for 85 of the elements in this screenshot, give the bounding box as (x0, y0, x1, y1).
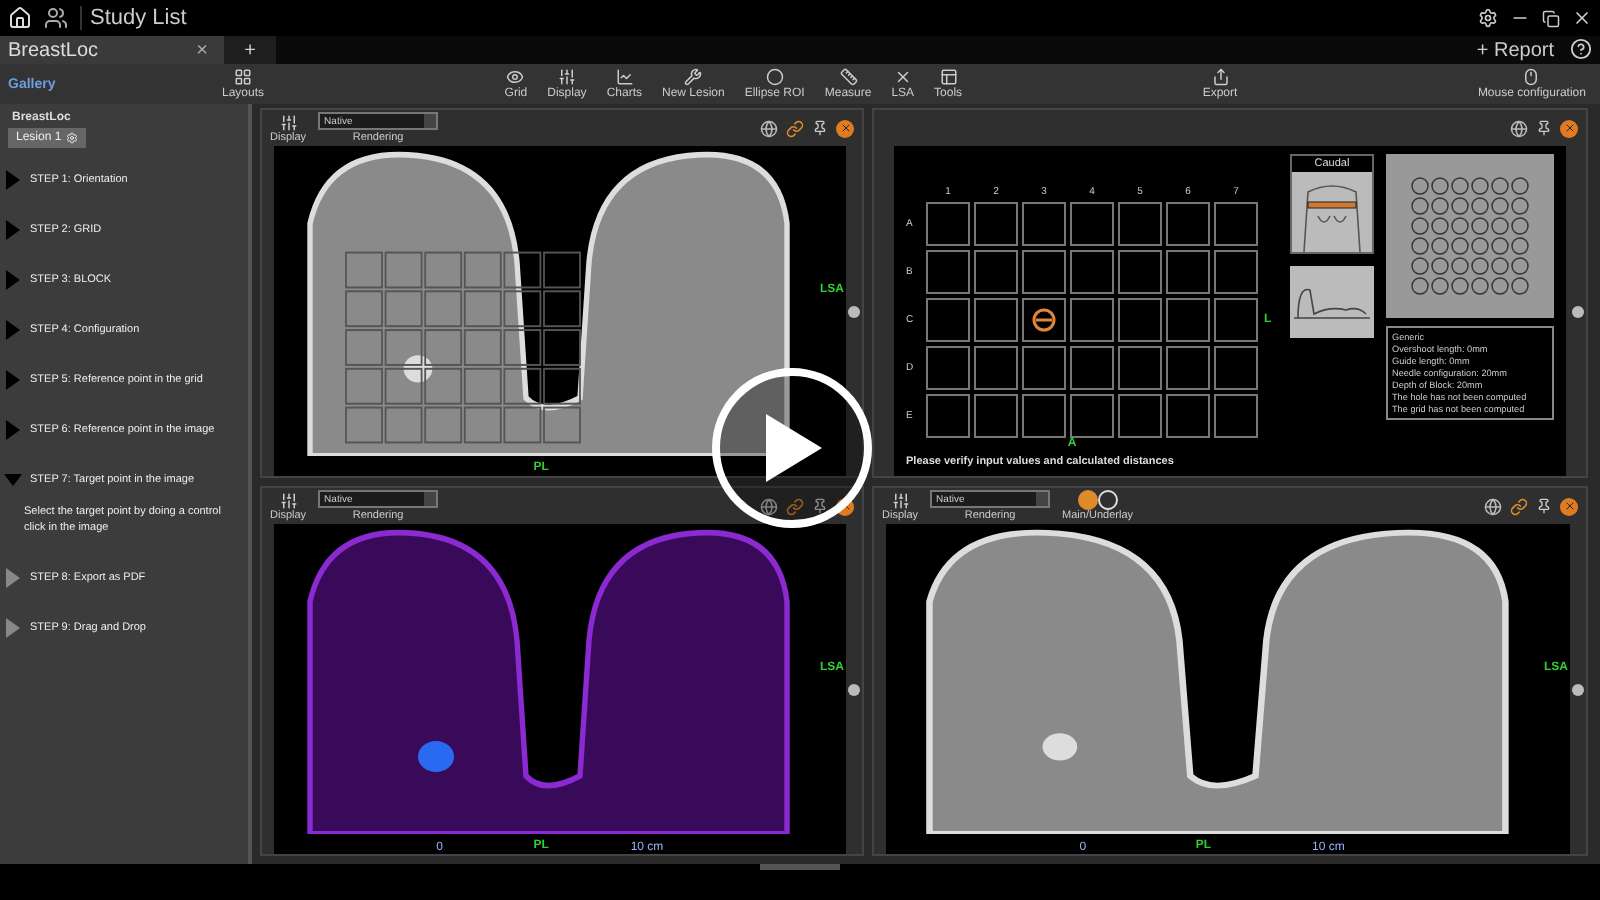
slider-handle[interactable] (848, 305, 860, 317)
grid-cell[interactable] (1166, 298, 1210, 342)
sliders-icon (279, 113, 298, 131)
grid-cell[interactable] (1022, 250, 1066, 294)
grid-cell[interactable] (926, 394, 970, 438)
slider-handle[interactable] (1572, 683, 1584, 695)
grid-cell[interactable] (1166, 250, 1210, 294)
grid-cell[interactable] (974, 346, 1018, 390)
grid-cell[interactable] (974, 298, 1018, 342)
pin-icon[interactable] (1536, 498, 1552, 514)
grid-cell[interactable] (974, 394, 1018, 438)
grid-cell[interactable] (1166, 202, 1210, 246)
grid-cell[interactable] (1118, 394, 1162, 438)
mouse-icon (1522, 68, 1541, 86)
study-list-tab[interactable]: Study List (80, 6, 187, 30)
line-chart-icon (615, 68, 634, 86)
panel-icon (939, 68, 958, 86)
grid-cell[interactable] (1166, 346, 1210, 390)
close-icon (1563, 122, 1575, 134)
close-icon[interactable] (1572, 8, 1592, 28)
report-button[interactable]: + Report (1468, 36, 1562, 64)
grid-cell[interactable] (926, 250, 970, 294)
hole-grid-drawing (1410, 176, 1530, 296)
grid-cell[interactable] (1070, 346, 1114, 390)
grid-cell[interactable] (1070, 394, 1114, 438)
grid-cell[interactable] (1214, 202, 1258, 246)
grid-cell[interactable] (1214, 250, 1258, 294)
link-icon[interactable] (786, 497, 804, 515)
grid-cell[interactable] (1214, 346, 1258, 390)
ruler-icon (839, 68, 858, 86)
eye-icon (506, 68, 525, 86)
export-icon (1211, 68, 1229, 86)
grid-cell[interactable] (1022, 202, 1066, 246)
restore-icon[interactable] (1542, 9, 1560, 27)
grid-cell[interactable] (1022, 394, 1066, 438)
close-button[interactable] (836, 497, 854, 515)
globe-icon[interactable] (1484, 497, 1502, 515)
wrench-icon (684, 68, 703, 86)
grid-cell[interactable] (926, 298, 970, 342)
tab-close-button[interactable]: × (188, 39, 216, 61)
sliders-icon (279, 491, 298, 509)
grid-cell[interactable] (1118, 346, 1162, 390)
people-icon[interactable] (44, 6, 68, 30)
pin-icon[interactable] (812, 120, 828, 136)
globe-icon[interactable] (760, 119, 778, 137)
add-tab-button[interactable]: + (224, 36, 276, 64)
grid-cell[interactable] (926, 346, 970, 390)
globe-icon[interactable] (1510, 119, 1528, 137)
circle-icon (765, 68, 784, 86)
pin-icon[interactable] (812, 498, 828, 514)
grid-cell[interactable] (1070, 250, 1114, 294)
grid-cell[interactable] (1118, 298, 1162, 342)
help-icon[interactable] (1570, 38, 1592, 60)
gear-icon (65, 132, 78, 144)
grid-cell[interactable] (1070, 202, 1114, 246)
grid-cell[interactable] (1214, 394, 1258, 438)
target-marker-icon (1032, 308, 1056, 332)
scrollbar-handle[interactable] (1572, 305, 1584, 317)
grid-cell[interactable] (974, 202, 1018, 246)
grid-cell[interactable] (1022, 346, 1066, 390)
grid-cell[interactable] (926, 202, 970, 246)
grid-cell[interactable] (1070, 298, 1114, 342)
document-tab[interactable]: BreastLoc × (0, 36, 224, 64)
settings-icon[interactable] (1478, 8, 1498, 28)
grid-cell[interactable] (1022, 298, 1066, 342)
globe-icon[interactable] (760, 497, 778, 515)
close-icon (1563, 500, 1575, 512)
grid-cell[interactable] (1214, 298, 1258, 342)
grid-cell[interactable] (1166, 394, 1210, 438)
sliders-icon (557, 68, 576, 86)
grid-cell[interactable] (1118, 202, 1162, 246)
grid-layout-icon (234, 68, 252, 86)
grid-cell[interactable] (1118, 250, 1162, 294)
sliders-icon (891, 491, 910, 509)
close-icon (839, 122, 851, 134)
tab-title: BreastLoc (8, 39, 99, 61)
link-icon[interactable] (1510, 497, 1528, 515)
link-icon[interactable] (786, 119, 804, 137)
grid-cell[interactable] (974, 250, 1018, 294)
slider-handle[interactable] (848, 683, 860, 695)
pin-icon[interactable] (1536, 120, 1552, 136)
lying-body-drawing (1290, 266, 1374, 338)
main-underlay-toggle[interactable] (1077, 490, 1118, 508)
home-icon[interactable] (8, 6, 32, 30)
cross-icon (893, 68, 912, 86)
